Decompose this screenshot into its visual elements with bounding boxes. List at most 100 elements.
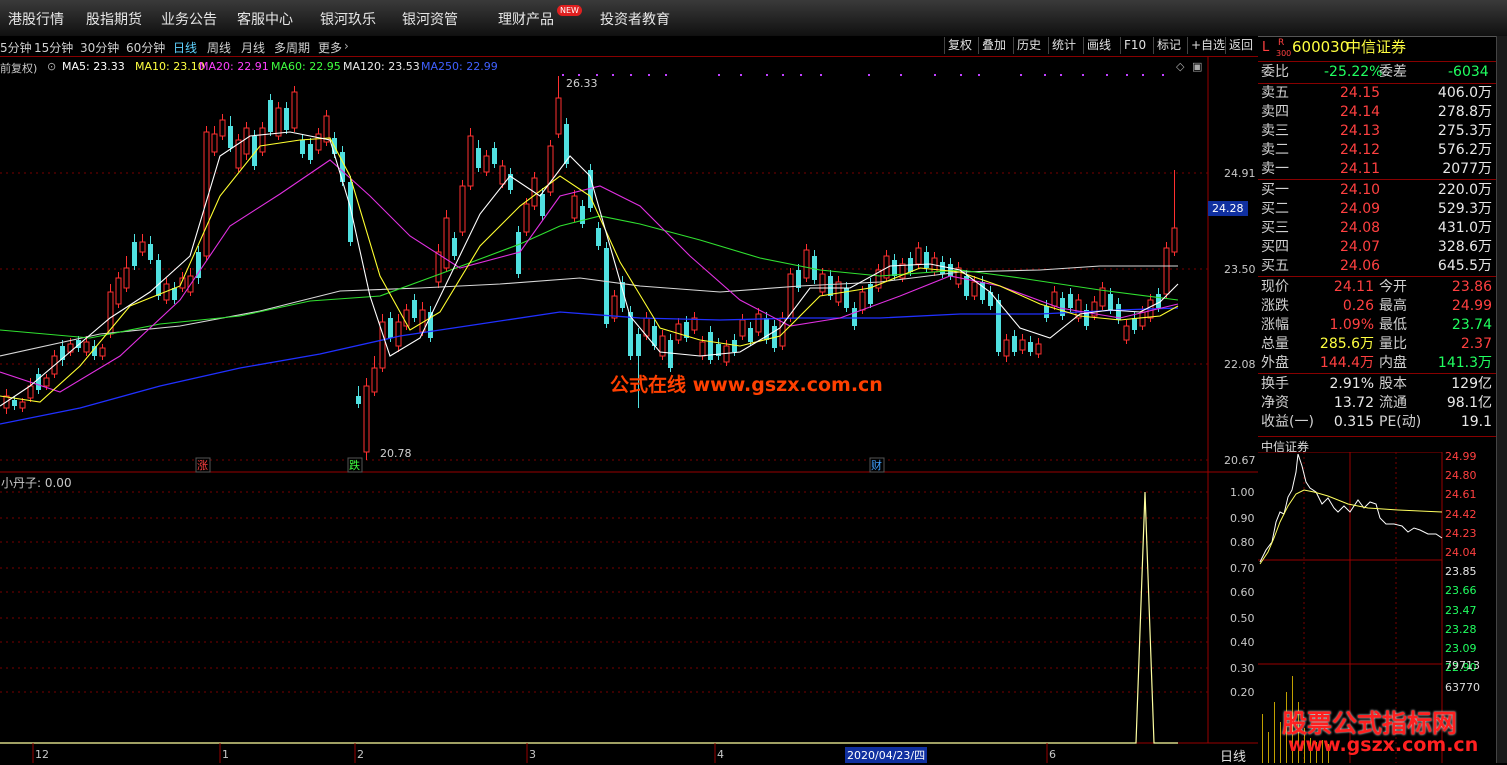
stat-value: 0.26 (1342, 298, 1374, 314)
sell-level-label: 卖一 (1261, 161, 1289, 177)
date-axis-label: 12 (35, 748, 49, 761)
nav-announcements[interactable]: 业务公告 (161, 9, 217, 29)
side-icon-strip[interactable] (1496, 36, 1507, 763)
rise-marker[interactable]: 涨 (197, 459, 208, 472)
quote-row: 总量 285.6万 量比 2.37 (1258, 335, 1496, 354)
history-button[interactable]: 历史 (1013, 37, 1044, 54)
candle (940, 262, 945, 274)
kline-chart-area[interactable]: 26.33 20.78 涨 跌 财 (0, 56, 1258, 763)
nav-investor-education[interactable]: 投资者教育 (600, 9, 670, 29)
buy-volume: 431.0万 (1437, 220, 1492, 236)
buy-volume: 645.5万 (1437, 258, 1492, 274)
high-price-label: 26.33 (566, 77, 598, 90)
candle (284, 108, 289, 130)
new-badge: NEW (557, 5, 582, 16)
period-60min[interactable]: 60分钟 (126, 39, 165, 56)
candle (371, 367, 378, 393)
period-monthly[interactable]: 月线 (241, 39, 265, 56)
nav-index-futures[interactable]: 股指期货 (86, 9, 142, 29)
mini-price-label: 24.80 (1445, 469, 1477, 483)
nav-yinhe-asset[interactable]: 银河资管 (402, 9, 458, 29)
fall-marker[interactable]: 跌 (349, 458, 360, 472)
candle (1139, 311, 1146, 327)
sell-price: 24.13 (1340, 123, 1381, 139)
indicator-axis-label: 0.60 (1230, 586, 1255, 599)
candle (356, 396, 361, 404)
weibi-label: 委比 (1261, 64, 1289, 80)
candle (739, 319, 746, 337)
quote-row: 买四 24.07 328.6万 (1258, 238, 1496, 257)
buy-price: 24.08 (1340, 220, 1381, 236)
add-watchlist-button[interactable]: +自选 (1187, 37, 1228, 54)
indicator-title[interactable]: 小丹子: 0.00 (1, 474, 72, 491)
period-daily[interactable]: 日线 (173, 39, 197, 56)
quote-row: 收益(一) 0.315 PE(动) 19.1 (1258, 413, 1496, 432)
period-15min[interactable]: 15分钟 (34, 39, 73, 56)
buy-price: 24.06 (1340, 258, 1381, 274)
period-multi[interactable]: 多周期 (274, 39, 310, 56)
sell-level-label: 卖五 (1261, 85, 1289, 101)
candle (363, 385, 370, 453)
quote-row: 买二 24.09 529.3万 (1258, 200, 1496, 219)
finance-marker[interactable]: 财 (871, 458, 882, 472)
statistics-button[interactable]: 统计 (1048, 37, 1079, 54)
period-more[interactable]: 更多 (318, 39, 342, 56)
mark-button[interactable]: 标记 (1153, 37, 1184, 54)
ma120-line (0, 265, 1178, 357)
candle (555, 97, 562, 135)
candle (1003, 339, 1010, 357)
period-weekly[interactable]: 周线 (207, 39, 231, 56)
sell-price: 24.12 (1340, 142, 1381, 158)
overlay-button[interactable]: 叠加 (978, 37, 1009, 54)
candle (412, 300, 417, 318)
candle (12, 400, 17, 406)
stat-label: 最高 (1379, 298, 1407, 314)
mini-volume-label: 79713 (1445, 659, 1480, 672)
back-button[interactable]: 返回 (1225, 37, 1256, 54)
candle (172, 288, 177, 300)
stat-label: 量比 (1379, 336, 1407, 352)
period-30min[interactable]: 30分钟 (80, 39, 119, 56)
candle (604, 248, 609, 324)
quote-row: 卖一 24.11 2077万 (1258, 160, 1496, 179)
candle (915, 247, 922, 265)
candle (892, 260, 897, 276)
candle (1028, 342, 1033, 352)
candle (699, 341, 706, 357)
candle (948, 264, 953, 276)
weicha-label: 委差 (1379, 64, 1407, 80)
period-5min[interactable]: 5分钟 (0, 39, 32, 56)
candle (748, 328, 753, 342)
candle (859, 291, 866, 311)
candle (452, 238, 457, 256)
candle (83, 341, 90, 353)
mini-price-label: 23.47 (1445, 603, 1477, 617)
nav-hk-market[interactable]: 港股行情 (8, 9, 64, 29)
mini-price-label: 24.42 (1445, 507, 1477, 521)
f10-button[interactable]: F10 (1120, 37, 1149, 54)
indicator-axis-label: 0.20 (1230, 686, 1255, 699)
candle (755, 313, 762, 333)
nav-customer-service[interactable]: 客服中心 (237, 9, 293, 29)
sell-volume: 278.8万 (1437, 104, 1492, 120)
mini-price-label: 23.85 (1445, 565, 1477, 579)
candle (99, 347, 106, 357)
nav-wealth-products[interactable]: 理财产品 (498, 9, 554, 29)
corner-url: www.gszx.com.cn (1288, 734, 1479, 756)
candle (27, 385, 34, 399)
chevron-right-icon[interactable]: › (344, 39, 349, 53)
indicator-axis-label: 1.00 (1230, 486, 1255, 499)
draw-line-button[interactable]: 画线 (1083, 37, 1114, 54)
fundamental-value: 129亿 (1451, 376, 1492, 392)
quote-row: 外盘 144.4万 内盘 141.3万 (1258, 354, 1496, 373)
fundamental-label: 收益(一) (1261, 414, 1314, 430)
candle (300, 140, 305, 154)
period-tab-daily[interactable]: 日线 (1220, 746, 1246, 765)
restore-right-button[interactable]: 复权 (944, 37, 975, 54)
date-axis-label: 6 (1049, 748, 1056, 761)
candle (1044, 306, 1049, 318)
quote-row: 买一 24.10 220.0万 (1258, 181, 1496, 200)
stat-label: 总量 (1261, 336, 1289, 352)
candle (596, 228, 601, 246)
nav-yinhe-jiule[interactable]: 银河玖乐 (320, 9, 376, 29)
